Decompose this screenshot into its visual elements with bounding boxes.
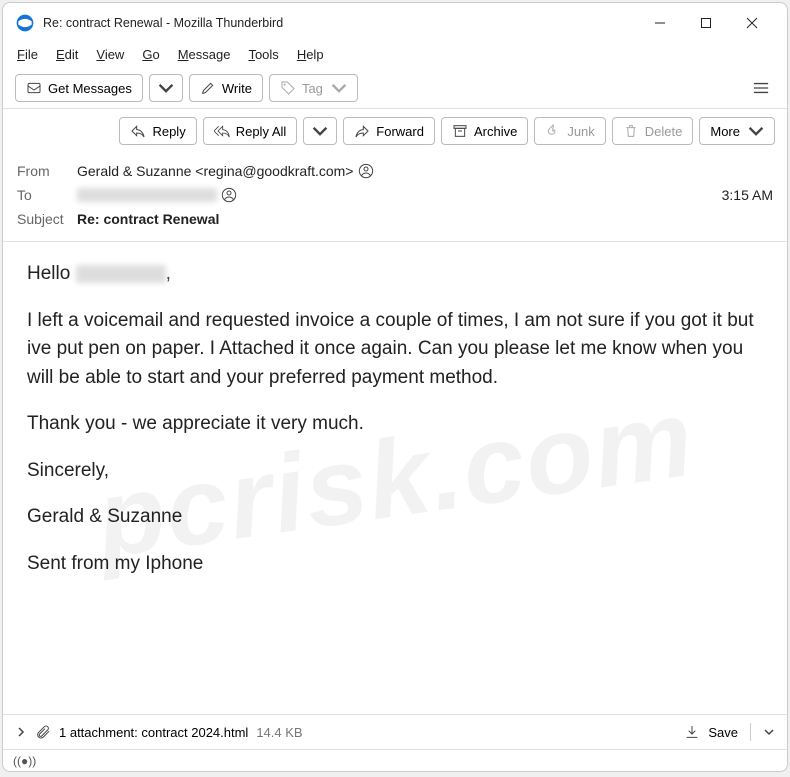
- write-button[interactable]: Write: [189, 74, 263, 102]
- from-value[interactable]: Gerald & Suzanne <regina@goodkraft.com>: [77, 163, 354, 179]
- body-closing: Sincerely,: [27, 457, 763, 486]
- message-time: 3:15 AM: [722, 187, 773, 203]
- paperclip-icon: [35, 724, 51, 740]
- delete-button[interactable]: Delete: [612, 117, 694, 145]
- app-window: Re: contract Renewal - Mozilla Thunderbi…: [2, 2, 788, 772]
- reply-all-dropdown[interactable]: [303, 117, 337, 145]
- flame-icon: [545, 123, 561, 139]
- download-icon[interactable]: [684, 724, 700, 740]
- attachment-size: 14.4 KB: [256, 725, 302, 740]
- body-paragraph-2: Thank you - we appreciate it very much.: [27, 410, 763, 439]
- reply-label: Reply: [152, 124, 185, 139]
- reply-all-button[interactable]: Reply All: [203, 117, 298, 145]
- junk-button[interactable]: Junk: [534, 117, 605, 145]
- hamburger-icon: [753, 80, 769, 96]
- tag-icon: [280, 80, 296, 96]
- pencil-icon: [200, 80, 216, 96]
- get-messages-label: Get Messages: [48, 81, 132, 96]
- menu-file[interactable]: File: [17, 47, 38, 62]
- trash-icon: [623, 123, 639, 139]
- get-messages-button[interactable]: Get Messages: [15, 74, 143, 102]
- forward-icon: [354, 123, 370, 139]
- chevron-down-icon: [312, 123, 328, 139]
- archive-button[interactable]: Archive: [441, 117, 528, 145]
- app-menu-button[interactable]: [747, 74, 775, 102]
- body-paragraph-1: I left a voicemail and requested invoice…: [27, 307, 763, 393]
- menu-tools[interactable]: Tools: [248, 47, 278, 62]
- from-label: From: [17, 163, 77, 179]
- main-toolbar: Get Messages Write Tag: [3, 68, 787, 109]
- menu-edit[interactable]: Edit: [56, 47, 78, 62]
- menu-help[interactable]: Help: [297, 47, 324, 62]
- body-greeting: Hello ,: [27, 260, 763, 289]
- body-sent-from: Sent from my Iphone: [27, 550, 763, 579]
- chevron-down-icon: [158, 80, 174, 96]
- recipient-name-redacted: [76, 265, 166, 283]
- delete-label: Delete: [645, 124, 683, 139]
- to-label: To: [17, 187, 77, 203]
- contact-icon[interactable]: [221, 187, 237, 203]
- junk-label: Junk: [567, 124, 594, 139]
- subject-label: Subject: [17, 211, 77, 227]
- tag-label: Tag: [302, 81, 323, 96]
- reply-all-icon: [214, 123, 230, 139]
- to-value-redacted: [77, 188, 217, 202]
- reply-icon: [130, 123, 146, 139]
- reply-button[interactable]: Reply: [119, 117, 196, 145]
- minimize-button[interactable]: [637, 7, 683, 39]
- message-toolbar: Reply Reply All Forward Archive Junk Del…: [3, 109, 787, 153]
- chevron-right-icon[interactable]: [15, 726, 27, 738]
- message-body: pcrisk.com Hello , I left a voicemail an…: [3, 242, 787, 714]
- forward-label: Forward: [376, 124, 424, 139]
- attachment-bar: 1 attachment: contract 2024.html 14.4 KB…: [3, 714, 787, 749]
- online-status-icon: ((●)): [13, 754, 36, 768]
- app-icon: [15, 13, 35, 33]
- message-headers: From Gerald & Suzanne <regina@goodkraft.…: [3, 153, 787, 242]
- menubar: File Edit View Go Message Tools Help: [3, 43, 787, 68]
- get-messages-dropdown[interactable]: [149, 74, 183, 102]
- menu-go[interactable]: Go: [142, 47, 159, 62]
- titlebar: Re: contract Renewal - Mozilla Thunderbi…: [3, 3, 787, 43]
- more-label: More: [710, 124, 740, 139]
- more-button[interactable]: More: [699, 117, 775, 145]
- reply-all-label: Reply All: [236, 124, 287, 139]
- archive-icon: [452, 123, 468, 139]
- window-title: Re: contract Renewal - Mozilla Thunderbi…: [43, 16, 637, 30]
- attachment-summary[interactable]: 1 attachment: contract 2024.html: [59, 725, 248, 740]
- forward-button[interactable]: Forward: [343, 117, 435, 145]
- body-signature: Gerald & Suzanne: [27, 503, 763, 532]
- chevron-down-icon: [748, 123, 764, 139]
- menu-message[interactable]: Message: [178, 47, 231, 62]
- chevron-down-icon[interactable]: [763, 726, 775, 738]
- subject-value: Re: contract Renewal: [77, 211, 219, 227]
- tag-button[interactable]: Tag: [269, 74, 358, 102]
- archive-label: Archive: [474, 124, 517, 139]
- chevron-down-icon: [331, 80, 347, 96]
- save-button[interactable]: Save: [708, 725, 738, 740]
- statusbar: ((●)): [3, 749, 787, 771]
- maximize-button[interactable]: [683, 7, 729, 39]
- menu-view[interactable]: View: [96, 47, 124, 62]
- contact-icon[interactable]: [358, 163, 374, 179]
- close-button[interactable]: [729, 7, 775, 39]
- write-label: Write: [222, 81, 252, 96]
- inbox-icon: [26, 80, 42, 96]
- window-controls: [637, 7, 775, 39]
